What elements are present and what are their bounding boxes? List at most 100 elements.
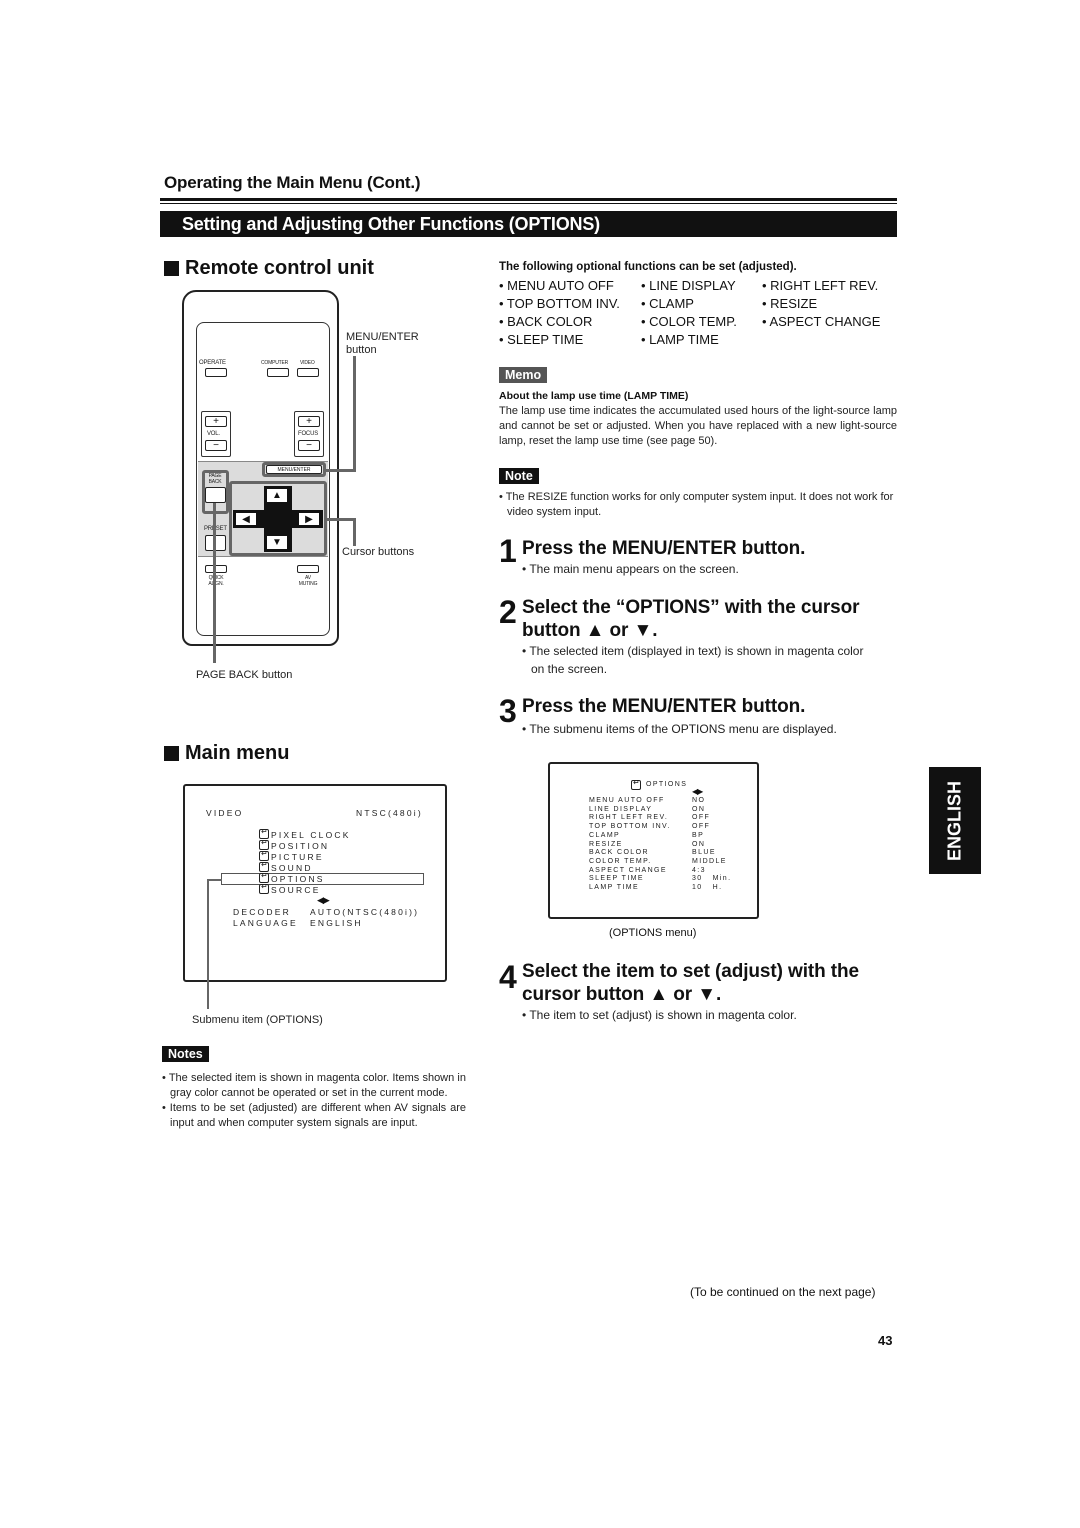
step-1-number: 1 <box>499 533 517 569</box>
notes-item-1: • The selected item is shown in magenta … <box>162 1072 466 1099</box>
menu-enter-callout: MENU/ENTER button <box>346 331 419 356</box>
options-row-value: 30 Min. <box>692 875 732 883</box>
decoder-label: DECODER <box>233 907 291 917</box>
options-row-label: COLOR TEMP. <box>589 857 652 865</box>
main-menu-item-label: PICTURE <box>271 852 324 862</box>
submenu-callout-line-v <box>207 879 209 1009</box>
options-row-value: OFF <box>692 823 711 831</box>
function-item: • COLOR TEMP. <box>641 314 737 329</box>
quick-align-label: QUICK ALIGN. <box>208 575 224 587</box>
options-row-value: OFF <box>692 814 711 822</box>
language-value: ENGLISH <box>310 918 363 928</box>
step-2-number: 2 <box>499 594 517 630</box>
options-row-value: ON <box>692 840 706 848</box>
remote-heading-text: Remote control unit <box>185 257 374 279</box>
function-item: • MENU AUTO OFF <box>499 278 614 293</box>
continued-note: (To be continued on the next page) <box>690 1285 876 1299</box>
submenu-callout-line-h <box>207 879 222 881</box>
submenu-callout: Submenu item (OPTIONS) <box>192 1014 323 1026</box>
volume-up-button[interactable]: + <box>205 416 227 427</box>
function-item: • ASPECT CHANGE <box>762 314 881 329</box>
notes-item-2: • Items to be set (adjusted) are differe… <box>162 1102 466 1129</box>
main-menu-signal: NTSC(480i) <box>356 808 423 818</box>
cursor-up-button[interactable]: ▲ <box>266 488 288 503</box>
language-side-tab: ENGLISH <box>929 767 981 874</box>
focus-down-button[interactable]: − <box>298 440 320 451</box>
remote-heading: Remote control unit <box>164 257 374 280</box>
language-label: LANGUAGE <box>233 918 298 928</box>
options-menu-title: OPTIONS <box>631 778 687 790</box>
av-muting-label: AV MUTING <box>298 575 318 587</box>
step-1-note: • The main menu appears on the screen. <box>522 562 739 576</box>
computer-label: COMPUTER <box>261 360 289 366</box>
menu-enter-button[interactable]: MENU/ENTER <box>266 465 322 474</box>
cursor-left-button[interactable]: ◀ <box>235 512 257 526</box>
options-menu-caption: (OPTIONS menu) <box>609 927 697 939</box>
main-menu-item-label: OPTIONS <box>271 874 325 884</box>
section-header: Operating the Main Menu (Cont.) <box>164 173 421 192</box>
video-button[interactable] <box>297 368 319 377</box>
options-row-label: TOP BOTTOM INV. <box>589 823 671 831</box>
options-row-value: BLUE <box>692 849 716 857</box>
volume-down-button[interactable]: − <box>205 440 227 451</box>
header-rule <box>160 198 897 201</box>
notes-badge: Notes <box>162 1046 209 1062</box>
page-back-callout: PAGE BACK button <box>196 669 293 681</box>
options-row-value: MIDDLE <box>692 857 727 865</box>
square-bullet-icon <box>164 261 179 276</box>
memo-badge: Memo <box>499 367 548 383</box>
options-row-label: CLAMP <box>589 831 621 839</box>
av-muting-button[interactable] <box>297 565 319 573</box>
left-right-arrows-icon: ◀▶ <box>692 787 703 796</box>
video-label: VIDEO <box>300 360 315 366</box>
main-menu-item-label: POSITION <box>271 841 330 851</box>
page-number: 43 <box>878 1333 893 1348</box>
function-item: • BACK COLOR <box>499 314 593 329</box>
cursor-right-button[interactable]: ▶ <box>298 512 320 526</box>
options-row-label: RIGHT LEFT REV. <box>589 814 669 822</box>
step-4-title: Select the item to set (adjust) with the… <box>522 961 859 1005</box>
operate-button[interactable] <box>205 368 227 377</box>
step-4-number: 4 <box>499 959 517 995</box>
menu-enter-callout-line-v <box>353 356 356 472</box>
header-rule-thin <box>160 203 897 204</box>
options-row-value: BP <box>692 831 705 839</box>
cursor-buttons-callout: Cursor buttons <box>342 546 415 558</box>
page-back-button[interactable] <box>205 487 226 503</box>
main-menu-item[interactable]: SOURCE <box>259 882 321 895</box>
function-item: • CLAMP <box>641 296 694 311</box>
enter-icon <box>259 882 270 894</box>
step-1-title: Press the MENU/ENTER button. <box>522 538 806 559</box>
left-right-arrows-icon: ◀▶ <box>317 895 330 905</box>
step-2-title: Select the “OPTIONS” with the cursor but… <box>522 597 860 641</box>
step-3-title: Press the MENU/ENTER button. <box>522 696 806 717</box>
page-title: Setting and Adjusting Other Functions (O… <box>160 211 897 237</box>
cursor-down-button[interactable]: ▼ <box>266 535 288 550</box>
function-item: • SLEEP TIME <box>499 332 584 347</box>
quick-align-button[interactable] <box>205 565 227 573</box>
main-menu-heading-text: Main menu <box>185 742 290 764</box>
options-row-label: RESIZE <box>589 840 623 848</box>
computer-button[interactable] <box>267 368 289 377</box>
function-item: • TOP BOTTOM INV. <box>499 296 620 311</box>
decoder-value: AUTO(NTSC(480i)) <box>310 907 420 917</box>
options-row-value: 4:3 <box>692 866 706 874</box>
page-back-label: PAGE BACK <box>208 473 222 485</box>
step-4-note: • The item to set (adjust) is shown in m… <box>522 1008 797 1022</box>
options-row-label: LINE DISPLAY <box>589 805 653 813</box>
function-item: • RESIZE <box>762 296 818 311</box>
page-back-callout-line <box>213 503 216 663</box>
note-text: • The RESIZE function works for only com… <box>499 491 894 518</box>
options-row-value: NO <box>692 797 706 804</box>
main-menu-item[interactable]: PIXEL CLOCK <box>259 827 351 840</box>
options-row-value: ON <box>692 805 706 813</box>
options-row-value: 10 H. <box>692 884 723 891</box>
function-item: • LINE DISPLAY <box>641 278 736 293</box>
square-bullet-icon <box>164 746 179 761</box>
note-badge: Note <box>499 468 539 484</box>
function-item: • RIGHT LEFT REV. <box>762 278 879 293</box>
main-menu-heading: Main menu <box>164 742 289 765</box>
main-menu-item-label: PIXEL CLOCK <box>271 830 351 840</box>
options-row-label: LAMP TIME <box>589 884 640 891</box>
focus-up-button[interactable]: + <box>298 416 320 427</box>
